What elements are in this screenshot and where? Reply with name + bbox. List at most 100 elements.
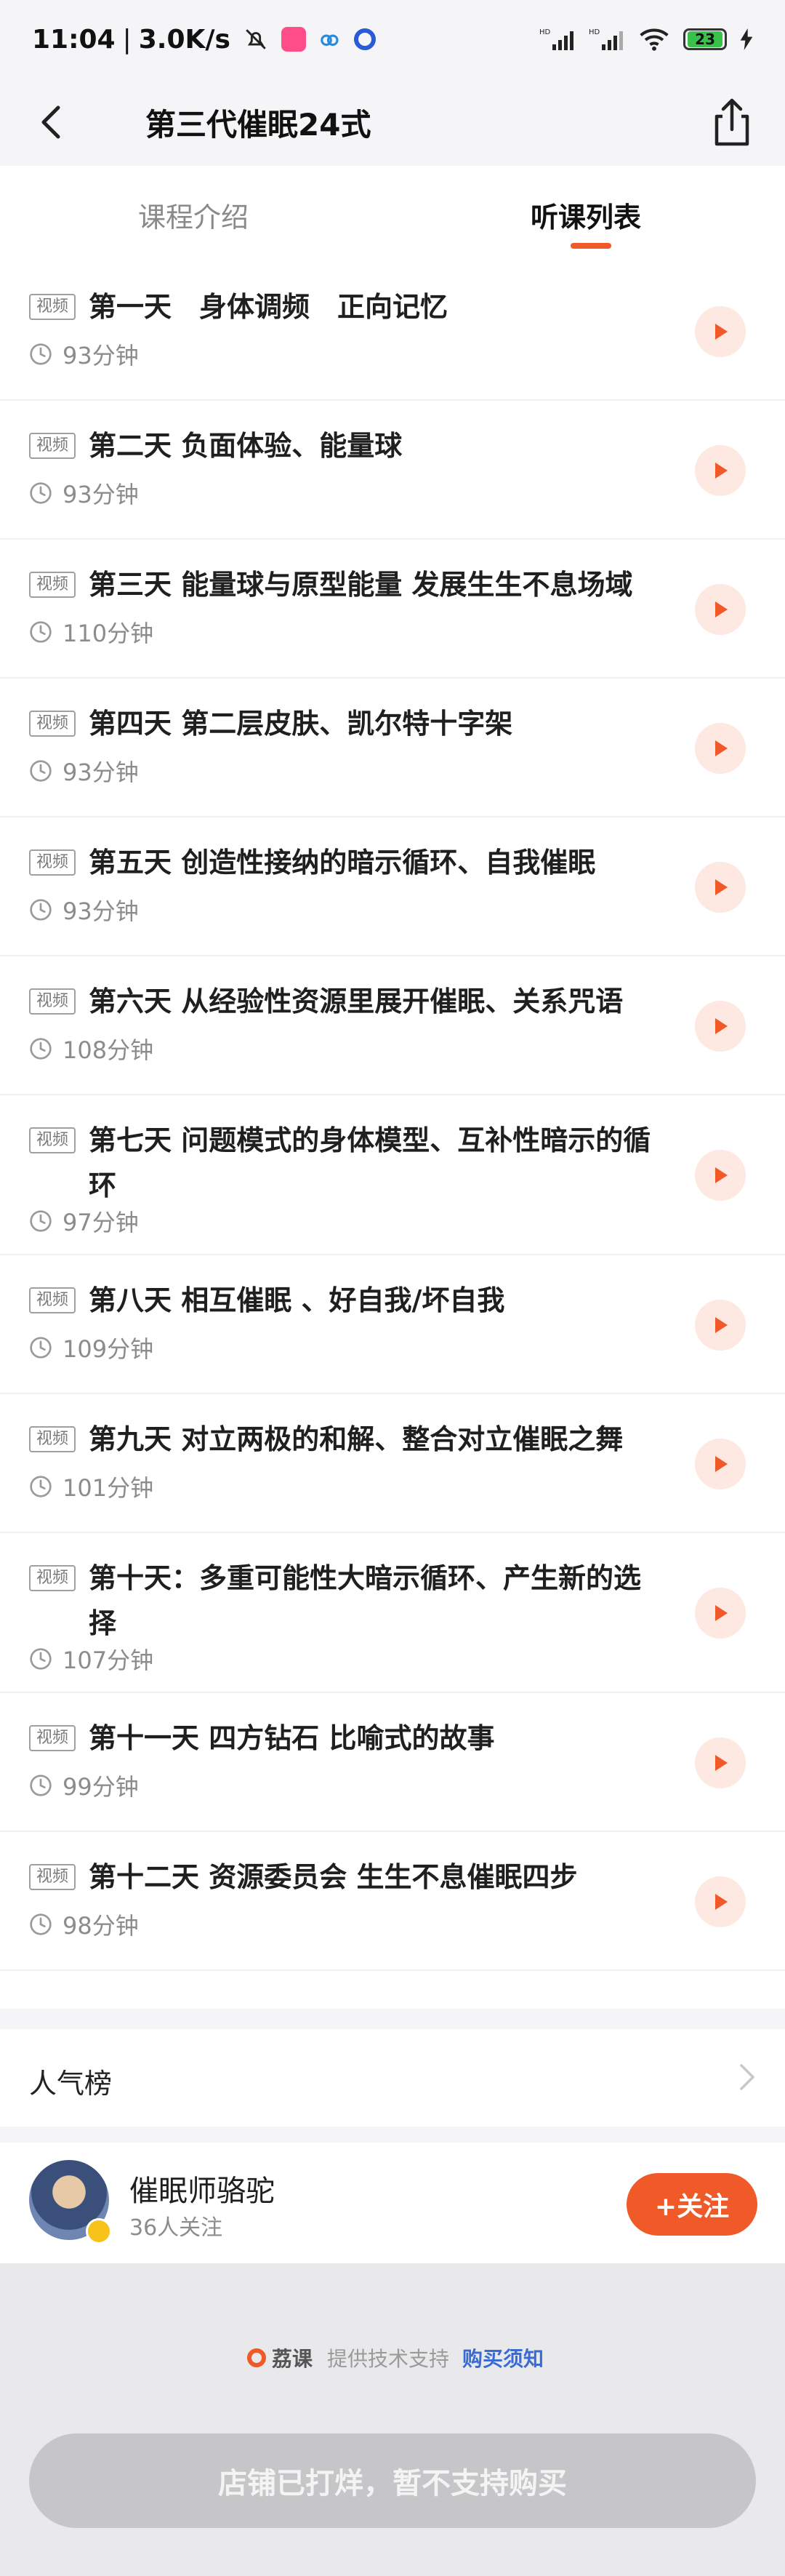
teacher-card: 催眠师骆驼 36人关注 +关注	[0, 2143, 785, 2263]
play-button[interactable]	[695, 1876, 746, 1927]
purchase-notice-link[interactable]: 购买须知	[462, 2343, 544, 2372]
video-tag: 视频	[29, 1287, 76, 1313]
follow-button[interactable]: +关注	[627, 2173, 757, 2236]
status-separator: |	[122, 24, 132, 55]
share-button[interactable]	[706, 95, 757, 150]
lesson-duration-text: 99分钟	[63, 1773, 139, 1801]
tab-bar: 课程介绍 听课列表	[0, 166, 785, 263]
video-tag: 视频	[29, 1725, 76, 1751]
clock-icon	[30, 1038, 52, 1060]
lesson-duration: 98分钟	[29, 1908, 139, 1941]
play-button[interactable]	[695, 584, 746, 635]
lesson-duration: 93分钟	[29, 754, 139, 788]
lesson-duration-text: 110分钟	[63, 620, 154, 647]
lesson-item[interactable]: 视频 第七天 问题模式的身体模型、互补性暗示的循环 97分钟	[0, 1095, 785, 1255]
tab-course-intro[interactable]: 课程介绍	[138, 195, 249, 235]
popularity-label: 人气榜	[29, 2068, 113, 2100]
video-tag: 视频	[29, 1864, 76, 1890]
video-tag: 视频	[29, 988, 76, 1015]
play-icon	[715, 1605, 728, 1621]
battery-level: 23	[688, 31, 722, 47]
video-tag: 视频	[29, 1426, 76, 1452]
play-button[interactable]	[695, 1300, 746, 1351]
video-tag: 视频	[29, 572, 76, 598]
play-button[interactable]	[695, 1588, 746, 1639]
play-button[interactable]	[695, 1150, 746, 1201]
lesson-item[interactable]: 视频 第十一天 四方钻石 比喻式的故事 99分钟	[0, 1693, 785, 1832]
video-tag: 视频	[29, 1127, 76, 1153]
svg-text:HD: HD	[589, 28, 600, 36]
brand-logo-icon	[247, 2348, 266, 2367]
support-text: 提供技术支持	[327, 2347, 450, 2371]
clock-icon	[30, 1476, 52, 1497]
video-tag: 视频	[29, 711, 76, 737]
lesson-title: 第一天 身体调频 正向记忆	[89, 291, 448, 323]
battery-icon: 23	[683, 28, 727, 50]
play-button[interactable]	[695, 1737, 746, 1788]
play-button[interactable]	[695, 445, 746, 496]
status-time: 11:04	[32, 24, 116, 55]
lesson-item[interactable]: 视频 第十天：多重可能性大暗示循环、产生新的选择 107分钟	[0, 1533, 785, 1693]
back-button[interactable]	[29, 99, 76, 145]
svg-text:HD: HD	[539, 28, 551, 36]
lesson-title: 第十一天 四方钻石 比喻式的故事	[89, 1722, 495, 1754]
nav-bar: 第三代催眠24式	[0, 79, 785, 166]
tab-lesson-list[interactable]: 听课列表	[531, 195, 641, 235]
lesson-duration: 110分钟	[29, 615, 153, 649]
clock-icon	[30, 621, 52, 643]
play-icon	[715, 463, 728, 479]
play-button[interactable]	[695, 1001, 746, 1052]
play-icon	[715, 1894, 728, 1910]
lesson-list: 视频 第一天 身体调频 正向记忆 93分钟 视频 第二天 负面体验、能量球 93分钟 视频第…	[0, 262, 785, 2009]
lesson-item[interactable]: 视频 第十二天 资源委员会 生生不息催眠四步 98分钟	[0, 1832, 785, 1971]
page-title: 第三代催眠24式	[145, 107, 371, 143]
signal-icon: HD	[539, 28, 574, 50]
lesson-title: 第十天：多重可能性大暗示循环、产生新的选择	[89, 1562, 642, 1639]
charging-icon	[740, 28, 753, 50]
clock-icon	[30, 1775, 52, 1796]
play-button[interactable]	[695, 862, 746, 913]
play-icon	[715, 1755, 728, 1771]
wifi-icon	[640, 28, 669, 51]
clock-icon	[30, 482, 52, 504]
play-button[interactable]	[695, 306, 746, 357]
lesson-item[interactable]: 视频 第四天 第二层皮肤、凯尔特十字架 93分钟	[0, 679, 785, 817]
lesson-duration-text: 101分钟	[63, 1474, 154, 1502]
lesson-item[interactable]: 视频 第九天 对立两极的和解、整合对立催眠之舞 101分钟	[0, 1394, 785, 1533]
cloud-icon	[321, 34, 339, 47]
lesson-duration: 101分钟	[29, 1470, 153, 1503]
play-icon	[715, 1167, 728, 1183]
lesson-duration-text: 93分钟	[63, 481, 139, 508]
lesson-title: 第五天 创造性接纳的暗示循环、自我催眠	[89, 847, 596, 879]
clock-icon	[30, 1913, 52, 1935]
lesson-item[interactable]: 视频 第五天 创造性接纳的暗示循环、自我催眠 93分钟	[0, 817, 785, 956]
app-circle-icon	[353, 28, 376, 50]
status-bar: 11:04 | 3.0K/s HD HD 23	[0, 0, 785, 79]
teacher-name[interactable]: 催眠师骆驼	[129, 2167, 275, 2209]
play-button[interactable]	[695, 1439, 746, 1489]
lesson-duration-text: 93分钟	[63, 759, 139, 786]
lesson-duration: 93分钟	[29, 337, 139, 371]
lesson-item[interactable]: 视频 第一天 身体调频 正向记忆 93分钟	[0, 262, 785, 401]
lesson-duration-text: 97分钟	[63, 1209, 139, 1236]
play-button[interactable]	[695, 723, 746, 774]
lesson-item[interactable]: 视频 第三天 能量球与原型能量 发展生生不息场域 110分钟	[0, 540, 785, 679]
lesson-title: 第十二天 资源委员会 生生不息催眠四步	[89, 1861, 578, 1893]
brand-name: 荔课	[272, 2347, 313, 2371]
lesson-item[interactable]: 视频 第八天 相互催眠 、好自我/坏自我 109分钟	[0, 1255, 785, 1394]
buy-button[interactable]: 店铺已打烊，暂不支持购买	[29, 2433, 756, 2528]
lesson-item[interactable]: 视频 第二天 负面体验、能量球 93分钟	[0, 401, 785, 540]
lesson-item[interactable]: 视频 第六天 从经验性资源里展开催眠、关系咒语 108分钟	[0, 956, 785, 1095]
app-notification-icon	[281, 27, 306, 52]
popularity-ranking[interactable]: 人气榜	[0, 2029, 785, 2127]
lesson-duration: 109分钟	[29, 1331, 153, 1364]
lesson-duration-text: 108分钟	[63, 1036, 154, 1064]
video-tag: 视频	[29, 849, 76, 876]
clock-icon	[30, 1337, 52, 1359]
lesson-duration-text: 93分钟	[63, 897, 139, 925]
bell-off-icon	[246, 29, 266, 49]
video-tag: 视频	[29, 1565, 76, 1591]
video-tag: 视频	[29, 433, 76, 459]
lesson-title: 第七天 问题模式的身体模型、互补性暗示的循环	[89, 1124, 651, 1201]
lesson-duration: 97分钟	[29, 1204, 139, 1238]
